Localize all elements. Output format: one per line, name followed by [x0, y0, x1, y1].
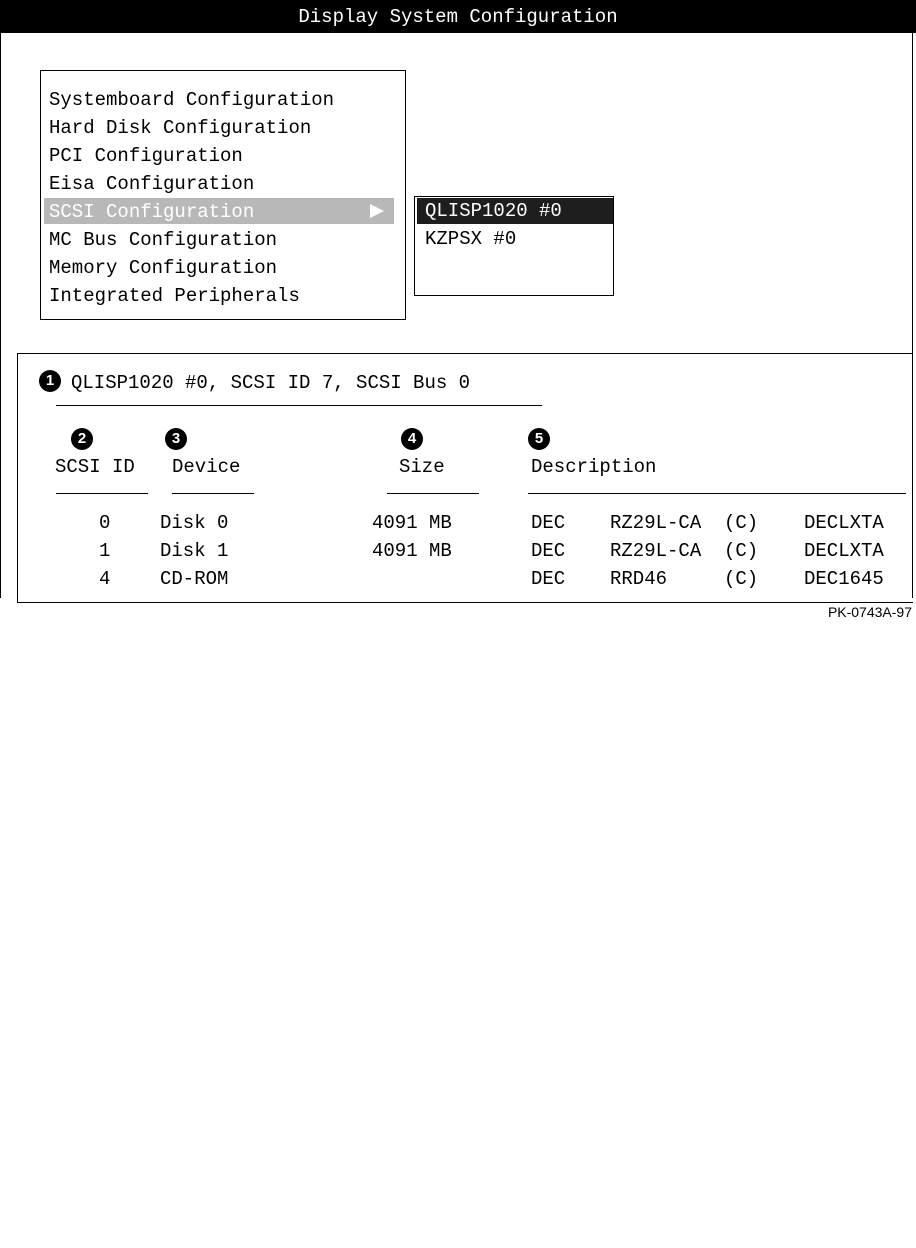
summary-underline [56, 405, 542, 406]
menu-item-scsi[interactable]: SCSI Configuration [49, 198, 254, 226]
submenu-item-kzpsx[interactable]: KZPSX #0 [425, 225, 516, 253]
column-header-device: Device [172, 456, 241, 478]
configuration-menu: Systemboard Configuration Hard Disk Conf… [40, 70, 406, 320]
menu-item-hard-disk[interactable]: Hard Disk Configuration [49, 114, 311, 142]
menu-item-eisa[interactable]: Eisa Configuration [49, 170, 254, 198]
row-1-firmware: DECLXTA [804, 540, 884, 562]
row-2-model: RRD46 [610, 568, 668, 590]
title-bar: Display System Configuration [0, 0, 916, 33]
column-header-size: Size [399, 456, 445, 478]
submenu-arrow-icon [370, 204, 384, 218]
row-0-vendor: DEC [531, 512, 566, 534]
row-2-flag: (C) [724, 568, 759, 590]
row-1-scsi-id: 1 [99, 540, 111, 562]
description-underline [528, 493, 906, 494]
menu-item-systemboard[interactable]: Systemboard Configuration [49, 86, 334, 114]
row-2-device: CD-ROM [160, 568, 229, 590]
size-underline [387, 493, 479, 494]
callout-2: 2 [71, 428, 93, 450]
row-2-vendor: DEC [531, 568, 566, 590]
scsi-detail-panel: 1 QLISP1020 #0, SCSI ID 7, SCSI Bus 0 2 … [17, 353, 913, 603]
row-1-device: Disk 1 [160, 540, 229, 562]
row-0-device: Disk 0 [160, 512, 229, 534]
callout-5: 5 [528, 428, 550, 450]
row-2-scsi-id: 4 [99, 568, 111, 590]
controller-summary: QLISP1020 #0, SCSI ID 7, SCSI Bus 0 [71, 372, 471, 394]
row-0-model: RZ29L-CA [610, 512, 702, 534]
row-1-size: 4091 MB [372, 540, 452, 562]
row-1-flag: (C) [724, 540, 759, 562]
column-header-description: Description [531, 456, 657, 478]
callout-4: 4 [401, 428, 423, 450]
row-0-firmware: DECLXTA [804, 512, 884, 534]
row-0-flag: (C) [724, 512, 759, 534]
figure-id: PK-0743A-97 [827, 604, 912, 620]
scsi-id-underline [56, 493, 148, 494]
scsi-submenu: QLISP1020 #0 KZPSX #0 [414, 196, 614, 296]
row-0-scsi-id: 0 [99, 512, 111, 534]
window-title: Display System Configuration [298, 6, 618, 28]
menu-item-integrated-peripherals[interactable]: Integrated Peripherals [49, 282, 300, 310]
callout-3: 3 [165, 428, 187, 450]
callout-1: 1 [39, 370, 61, 392]
menu-item-memory[interactable]: Memory Configuration [49, 254, 277, 282]
column-header-scsi-id: SCSI ID [55, 456, 135, 478]
row-2-firmware: DEC1645 [804, 568, 884, 590]
device-underline [172, 493, 254, 494]
submenu-item-qlisp1020[interactable]: QLISP1020 #0 [425, 197, 562, 225]
row-1-vendor: DEC [531, 540, 566, 562]
menu-item-mc-bus[interactable]: MC Bus Configuration [49, 226, 277, 254]
row-0-size: 4091 MB [372, 512, 452, 534]
menu-item-pci[interactable]: PCI Configuration [49, 142, 243, 170]
row-1-model: RZ29L-CA [610, 540, 702, 562]
